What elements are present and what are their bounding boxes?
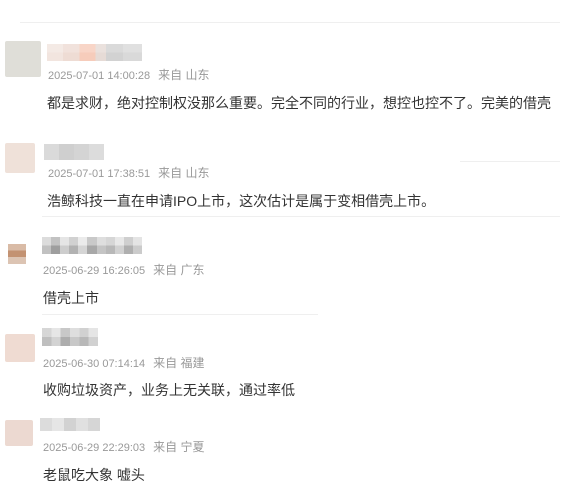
username-blurred[interactable] [42, 237, 142, 254]
username-blurred[interactable] [40, 418, 100, 431]
username-blurred[interactable] [42, 328, 98, 346]
divider [20, 22, 560, 23]
comment-meta: 2025-06-30 07:14:14 来自 福建 [43, 356, 205, 371]
comment-time: 2025-07-01 14:00:28 [48, 70, 151, 82]
comment-time: 2025-06-29 22:29:03 [43, 442, 146, 454]
comment-text: 收购垃圾资产，业务上无关联，通过率低 [43, 382, 295, 398]
comment-meta: 2025-07-01 14:00:28 来自 山东 [48, 68, 210, 83]
comment-meta: 2025-06-29 22:29:03 来自 宁夏 [43, 440, 205, 455]
user-avatar[interactable] [5, 143, 35, 173]
comment-text: 借壳上市 [43, 290, 99, 306]
comment-text: 都是求财，绝对控制权没那么重要。完全不同的行业，想控也控不了。完美的借壳 [47, 95, 551, 111]
comment-meta: 2025-07-01 17:38:51 来自 山东 [48, 166, 210, 181]
username-blurred[interactable] [44, 144, 104, 160]
user-avatar[interactable] [5, 334, 35, 362]
comment-location: 来自 福建 [153, 356, 205, 370]
user-avatar[interactable] [8, 244, 26, 264]
comment-time: 2025-06-30 07:14:14 [43, 358, 146, 370]
comment-list: 2025-07-01 14:00:28 来自 山东 都是求财，绝对控制权没那么重要… [0, 0, 580, 501]
comment-location: 来自 宁夏 [153, 440, 205, 454]
divider [42, 314, 318, 315]
comment-time: 2025-06-29 16:26:05 [43, 265, 146, 277]
divider [42, 216, 560, 217]
comment-meta: 2025-06-29 16:26:05 来自 广东 [43, 263, 205, 278]
comment-location: 来自 山东 [158, 166, 210, 180]
user-avatar[interactable] [5, 420, 33, 446]
user-avatar[interactable] [5, 41, 41, 77]
comment-item: 2025-06-29 16:26:05 来自 广东 借壳上市 [0, 234, 580, 310]
comment-item: 2025-07-01 17:38:51 来自 山东 浩鲸科技一直在申请IPO上市，… [0, 140, 580, 215]
comment-location: 来自 山东 [158, 68, 210, 82]
username-blurred[interactable] [47, 44, 142, 61]
comment-item: 2025-06-29 22:29:03 来自 宁夏 老鼠吃大象 嘘头 [0, 415, 580, 485]
comment-text: 老鼠吃大象 嘘头 [43, 467, 145, 483]
comment-location: 来自 广东 [153, 263, 205, 277]
comment-item: 2025-07-01 14:00:28 来自 山东 都是求财，绝对控制权没那么重要… [0, 38, 580, 118]
comment-text: 浩鲸科技一直在申请IPO上市，这次估计是属于变相借壳上市。 [47, 193, 436, 209]
comment-time: 2025-07-01 17:38:51 [48, 168, 151, 180]
comment-item: 2025-06-30 07:14:14 来自 福建 收购垃圾资产，业务上无关联，通… [0, 325, 580, 403]
